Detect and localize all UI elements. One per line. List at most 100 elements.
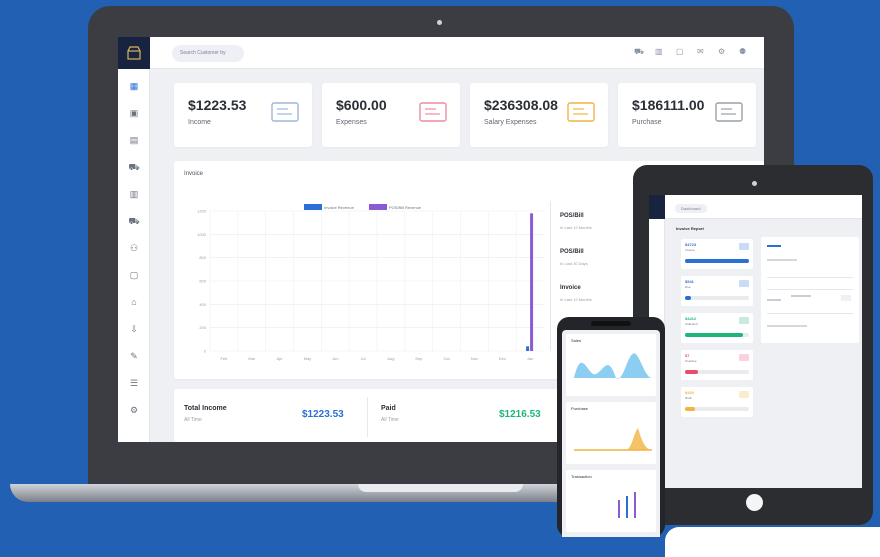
- tablet-stat-value: $541: [685, 279, 694, 284]
- x-tick-label: Oct: [443, 356, 450, 361]
- stat-card-0: $1223.53 Income: [174, 83, 312, 147]
- calculator-icon[interactable]: ▢: [676, 47, 684, 56]
- phone-mini-chart: [574, 428, 652, 451]
- side-list-sub: In Last 12 Months: [560, 297, 592, 302]
- tablet-stat-value: $4723: [685, 242, 697, 247]
- tablet-stat-card: $4723 Invoice: [681, 239, 753, 269]
- stat-value: $236308.08: [484, 97, 558, 113]
- x-tick-label: Nov: [471, 356, 478, 361]
- corner-panel: [665, 527, 880, 557]
- chat-icon[interactable]: ✉: [697, 47, 704, 56]
- side-list-title: POS/Bill: [560, 249, 584, 255]
- tablet-stat-label: Due: [685, 285, 691, 289]
- stat-label: Income: [188, 119, 211, 126]
- report-icon[interactable]: ▥: [655, 47, 663, 56]
- y-tick-label: 1000: [197, 232, 207, 237]
- tablet-stat-icon: [739, 243, 749, 250]
- settings-icon[interactable]: ⚙: [118, 405, 150, 416]
- phone-notch: [591, 321, 631, 326]
- dashboard-icon[interactable]: ▦: [118, 81, 150, 92]
- stat-value: $1223.53: [188, 97, 247, 113]
- tablet-section-title: Invoice Report: [676, 226, 704, 231]
- tablet-stat-icon: [739, 354, 749, 361]
- people-icon[interactable]: ⚇: [118, 243, 150, 254]
- total-value: $1223.53: [302, 409, 344, 420]
- y-tick-label: 600: [199, 279, 206, 284]
- truck-icon[interactable]: ⛟: [118, 216, 150, 228]
- phone-card: Sales: [566, 334, 656, 396]
- total-sub: All Time: [184, 417, 202, 423]
- search-input[interactable]: Search Customer by: [172, 45, 244, 62]
- y-tick-label: 0: [204, 349, 207, 354]
- laptop-notch: [358, 484, 523, 492]
- tablet-stat-bar: [685, 296, 749, 300]
- total-sub: All Time: [381, 417, 399, 423]
- stat-card-3: $186111.00 Purchase: [618, 83, 756, 147]
- x-tick-label: Aug: [387, 356, 394, 361]
- tablet-table-card: [761, 237, 859, 343]
- document-icon[interactable]: ▤: [118, 135, 150, 146]
- stat-card-2: $236308.08 Salary Expenses: [470, 83, 608, 147]
- phone-screen: Sales Purchase Transaction: [562, 330, 660, 537]
- y-tick-label: 1200: [197, 209, 207, 214]
- tablet-stat-bar: [685, 259, 749, 263]
- tablet-stat-value: $4412: [685, 316, 697, 321]
- stat-card-1: $600.00 Expenses: [322, 83, 460, 147]
- tablet-stat-label: Collected: [685, 322, 698, 326]
- x-tick-label: Mar: [248, 356, 256, 361]
- tablet-stat-fill: [685, 407, 695, 411]
- tablet-stat-card: $420 Draft: [681, 387, 753, 417]
- invoice-title: Invoice: [184, 171, 204, 177]
- invoice-chart: 1200 1000 800 600 400 200 0 Feb Mar Apr May Jun Jul A…: [197, 209, 544, 361]
- cart-icon[interactable]: ⛟: [634, 47, 644, 57]
- cart-icon[interactable]: ⛟: [118, 162, 150, 174]
- printer-icon: [419, 102, 447, 122]
- total-label: Total Income: [184, 405, 227, 412]
- invoice-icon: [715, 102, 743, 122]
- download-icon[interactable]: ⇩: [118, 324, 150, 335]
- x-tick-label: Feb: [220, 356, 228, 361]
- tablet-home-button[interactable]: [746, 494, 763, 511]
- phone-card: Purchase: [566, 402, 656, 464]
- x-tick-label: Dec: [499, 356, 506, 361]
- gear-icon[interactable]: ⚙: [718, 47, 725, 56]
- phone-mini-chart: [574, 353, 652, 379]
- list-icon[interactable]: ☰: [118, 378, 150, 389]
- tablet-stat-fill: [685, 259, 749, 263]
- pencil-icon[interactable]: ✎: [118, 351, 150, 362]
- phone-mini-chart: [618, 492, 636, 518]
- tablet-stat-value: $7: [685, 353, 690, 358]
- laptop-camera: [437, 20, 442, 25]
- report-icon[interactable]: ▥: [118, 189, 150, 200]
- stat-label: Expenses: [336, 119, 367, 126]
- stat-label: Purchase: [632, 119, 662, 126]
- bank-icon[interactable]: ⌂: [118, 297, 150, 307]
- tablet-stat-label: Overdue: [685, 359, 697, 363]
- tablet-stat-label: Invoice: [685, 248, 695, 252]
- y-tick-label: 800: [199, 255, 206, 260]
- user-icon[interactable]: ⚉: [739, 47, 746, 56]
- tablet-stat-fill: [685, 370, 698, 374]
- tablet-stat-card: $7 Overdue: [681, 350, 753, 380]
- tablet-tab-label[interactable]: Dashboard: [675, 204, 707, 213]
- x-tick-label: Jan: [527, 356, 533, 361]
- totals-panel: Total Income All Time $1223.53 Paid All T…: [174, 389, 560, 442]
- x-tick-label: Jul: [361, 356, 366, 361]
- box-icon[interactable]: ▣: [118, 108, 150, 119]
- tablet-stat-bar: [685, 333, 749, 337]
- logo[interactable]: [118, 37, 150, 69]
- tablet-stat-icon: [739, 317, 749, 324]
- phone-card: Transaction: [566, 470, 656, 532]
- bar-invoice-jan: [526, 346, 530, 351]
- tablet-stat-card: $4412 Collected: [681, 313, 753, 343]
- x-tick-label: Sep: [415, 356, 423, 361]
- tablet-stat-icon: [739, 391, 749, 398]
- side-list-title: Invoice: [560, 285, 581, 291]
- x-tick-label: Apr: [276, 356, 283, 361]
- stat-value: $186111.00: [632, 97, 705, 113]
- sidebar: ▦ ▣ ▤ ⛟ ▥ ⛟ ⚇ ▢ ⌂ ⇩ ✎ ☰ ⚙: [118, 37, 150, 442]
- tablet-stat-label: Draft: [685, 396, 692, 400]
- calculator-icon[interactable]: ▢: [118, 270, 150, 281]
- total-label: Paid: [381, 405, 396, 412]
- tablet-stat-card: $541 Due: [681, 276, 753, 306]
